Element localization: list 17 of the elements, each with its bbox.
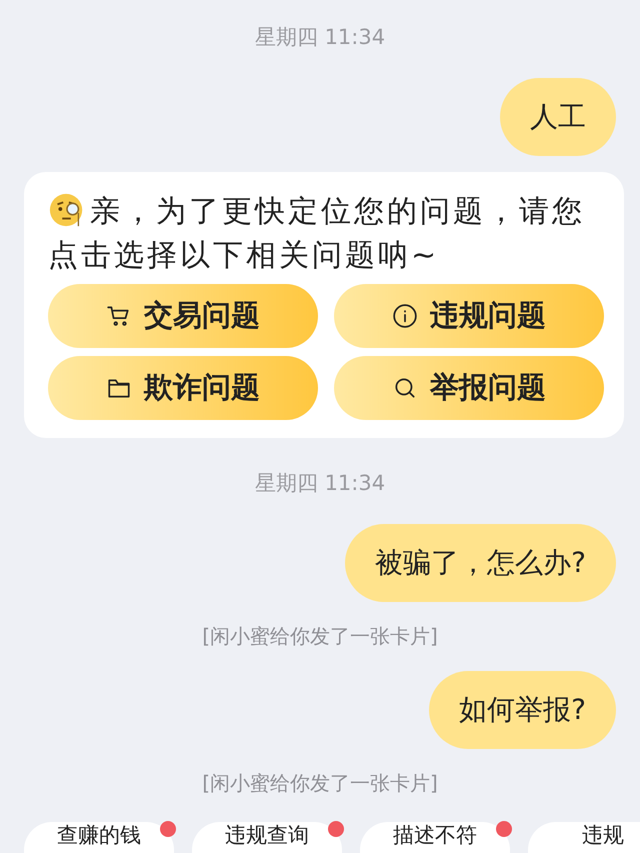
- quick-chip[interactable]: 描述不符: [360, 822, 510, 853]
- card-message: 亲，为了更快定位您的问题，请您点击选择以下相关问题呐~: [48, 190, 604, 278]
- info-icon: [392, 303, 418, 329]
- topic-button[interactable]: 举报问题: [334, 356, 604, 420]
- timestamp: 星期四 11:34: [254, 24, 386, 51]
- message-bubble: 被骗了，怎么办?: [345, 524, 616, 602]
- card-notice: [闲小蜜给你发了一张卡片]: [201, 770, 439, 797]
- topic-button[interactable]: 交易问题: [48, 284, 318, 348]
- message-bubble: 人工: [500, 78, 616, 156]
- topic-button[interactable]: 违规问题: [334, 284, 604, 348]
- quick-chip[interactable]: 查赚的钱: [24, 822, 174, 853]
- quick-chip[interactable]: 违规查询: [192, 822, 342, 853]
- timestamp: 星期四 11:34: [254, 470, 386, 497]
- message-bubble: 如何举报?: [429, 671, 616, 749]
- topic-button[interactable]: 欺诈问题: [48, 356, 318, 420]
- card-notice: [闲小蜜给你发了一张卡片]: [201, 623, 439, 650]
- quick-chip[interactable]: 违规: [528, 822, 640, 853]
